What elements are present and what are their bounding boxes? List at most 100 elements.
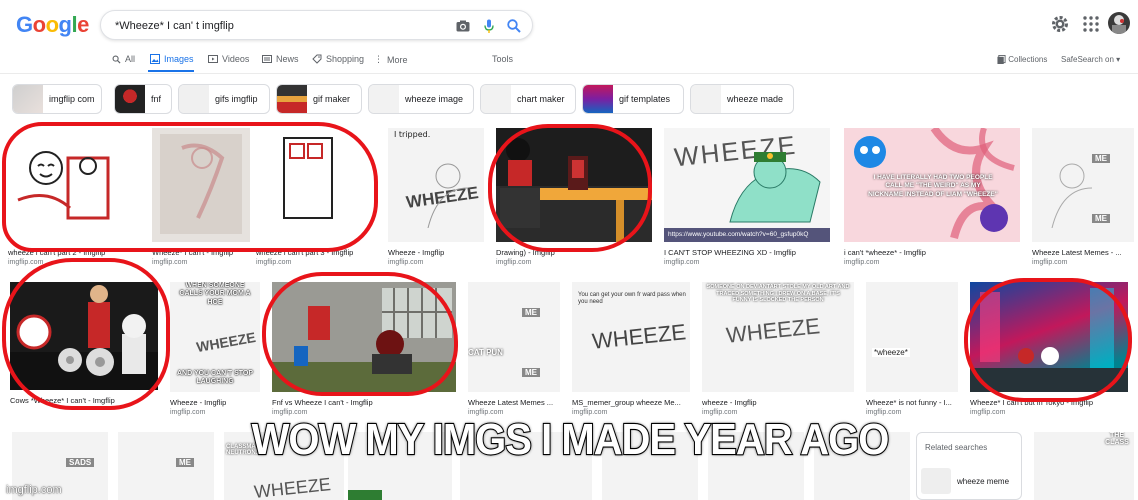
screenshot: Google *Wheeze* I can' t imgflip All Ima… [0, 0, 1138, 500]
news-icon [262, 55, 272, 63]
meme-text: I tripped. [394, 130, 431, 139]
result-caption: wheeze - Imgflip [702, 398, 757, 407]
image-result[interactable]: I tripped. WHEEZE Wheeze - Imgflip imgfl… [388, 128, 484, 268]
image-result[interactable]: ME CAT PUN ME Wheeze Latest Memes ... im… [468, 282, 560, 422]
result-thumbnail [152, 128, 250, 242]
image-result[interactable]: WHEEZE https://www.youtube.com/watch?v=6… [664, 128, 830, 268]
image-result[interactable]: I HAVE LITERALLY HAD TWO PEOPLE CALL ME … [844, 128, 1020, 268]
meme-text: THE CLASS [1105, 432, 1129, 446]
related-search-label: wheeze meme [957, 476, 1010, 486]
result-thumbnail [256, 128, 374, 242]
result-caption: Wheeze - Imgflip [388, 248, 445, 257]
gear-icon[interactable] [1050, 14, 1070, 34]
chip-label: wheeze image [405, 94, 464, 104]
related-chip[interactable]: wheeze made [690, 84, 794, 114]
image-result[interactable]: wheeze i can't part 2 - Imgflip imgflip.… [8, 128, 142, 268]
result-thumbnail: You can get your own fr ward pass when y… [572, 282, 690, 392]
result-source: imgflip.com [572, 409, 608, 416]
image-result[interactable]: ME [118, 432, 214, 500]
meme-text: WHEEZE [590, 319, 688, 354]
meme-text: WHEN SOMEONE CALLS YOUR MOM A HOE [179, 282, 251, 306]
safesearch-toggle[interactable]: SafeSearch on ▾ [1061, 55, 1120, 64]
chip-label: fnf [151, 94, 162, 104]
related-chip[interactable]: gifs imgflip [178, 84, 270, 114]
related-search-item[interactable]: wheeze meme [921, 467, 1019, 495]
meme-text: ME [522, 308, 540, 317]
chip-thumbnail [369, 85, 399, 113]
result-source: imgflip.com [388, 259, 424, 266]
search-icon [112, 55, 121, 64]
mic-icon[interactable] [481, 18, 497, 34]
image-result[interactable]: You can get your own fr ward pass when y… [572, 282, 690, 422]
image-result[interactable]: Cows *Wheeze* I can't - Imgflip [10, 282, 158, 412]
chip-thumbnail [115, 85, 145, 113]
chip-label: gif maker [313, 94, 351, 104]
image-result[interactable]: THE CLASS [1034, 432, 1134, 500]
search-icon[interactable] [506, 18, 522, 34]
apps-grid-icon[interactable] [1081, 14, 1101, 34]
tag-icon [312, 54, 322, 64]
tab-label: More [387, 54, 408, 65]
result-caption: MS_memer_group wheeze Me... [572, 398, 681, 407]
tab-shopping[interactable]: Shopping [312, 54, 364, 64]
google-logo[interactable]: Google [16, 12, 89, 38]
result-source: imgflip.com [8, 259, 44, 266]
tab-more[interactable]: ⋮ More [374, 54, 408, 65]
result-caption: Wheeze Latest Memes - ... [1032, 248, 1122, 257]
tab-label: Videos [222, 54, 250, 64]
image-result[interactable]: Drawing) - Imgflip imgflip.com [496, 128, 652, 268]
search-input[interactable] [115, 16, 435, 36]
image-result[interactable]: Fnf vs Wheeze I can't - Imgflip imgflip.… [272, 282, 456, 422]
result-source: imgflip.com [866, 409, 902, 416]
image-result[interactable]: Wheeze* I can't - Imgflip imgflip.com [152, 128, 250, 268]
collections-link[interactable]: Collections [997, 55, 1047, 65]
result-thumbnail: ME [118, 432, 214, 500]
related-chip[interactable]: chart maker [480, 84, 576, 114]
avatar[interactable] [1108, 12, 1130, 34]
image-icon [150, 54, 160, 64]
result-source: imgflip.com [152, 259, 188, 266]
chip-thumbnail [691, 85, 721, 113]
result-source: imgflip.com [272, 409, 308, 416]
tab-all[interactable]: All [112, 54, 135, 64]
video-icon [208, 55, 218, 63]
camera-icon[interactable] [455, 18, 471, 34]
related-thumbnail [921, 468, 951, 494]
result-source: imgflip.com [468, 409, 504, 416]
image-result[interactable]: SOMEONE ON DEVIANTART STOLE MY OLD ART A… [702, 282, 854, 422]
tab-news[interactable]: News [262, 54, 299, 64]
result-caption: Wheeze - Imgflip [170, 398, 227, 407]
chip-label: gif templates [619, 94, 671, 104]
image-result[interactable]: wheeze i can't part 3 - Imgflip imgflip.… [256, 128, 374, 268]
image-result[interactable]: Wheeze* I can't but in Tokyo - Imgflip i… [970, 282, 1128, 422]
more-icon: ⋮ [374, 54, 383, 64]
tab-label: Tools [492, 54, 514, 64]
result-thumbnail: *wheeze* [866, 282, 958, 392]
header-divider [0, 73, 1138, 74]
related-chip[interactable]: gif maker [276, 84, 362, 114]
tab-label: News [276, 54, 299, 64]
image-result[interactable]: *wheeze* Wheeze* is not funny - I... img… [866, 282, 958, 422]
related-chip[interactable]: gif templates [582, 84, 684, 114]
related-chip[interactable]: wheeze image [368, 84, 474, 114]
tab-tools[interactable]: Tools [492, 54, 513, 64]
result-thumbnail [272, 282, 456, 392]
image-result[interactable]: ME ME Wheeze Latest Memes - ... imgflip.… [1032, 128, 1134, 268]
result-thumbnail [970, 282, 1128, 392]
video-url: https://www.youtube.com/watch?v=60_gsfup… [664, 228, 830, 242]
image-result[interactable]: WHEN SOMEONE CALLS YOUR MOM A HOE WHEEZE… [170, 282, 260, 422]
tab-videos[interactable]: Videos [208, 54, 249, 64]
meme-text: AND YOU CAN'T STOP LAUGHING [176, 370, 254, 386]
result-caption: I CAN'T STOP WHEEZING XD - Imgflip [664, 248, 796, 257]
related-chip[interactable]: fnf [114, 84, 172, 114]
result-caption: Wheeze* I can't but in Tokyo - Imgflip [970, 398, 1094, 407]
logo-letter: g [58, 12, 72, 37]
tab-images[interactable]: Images [150, 54, 194, 64]
meme-text: CAT PUN [468, 348, 503, 357]
meme-text: *wheeze* [872, 348, 910, 357]
related-chip[interactable]: imgflip com [12, 84, 102, 114]
result-thumbnail: ME CAT PUN ME [468, 282, 560, 392]
result-caption: Wheeze* is not funny - I... [866, 398, 952, 407]
meme-text: SADS [66, 458, 95, 467]
result-caption: Drawing) - Imgflip [496, 248, 555, 257]
